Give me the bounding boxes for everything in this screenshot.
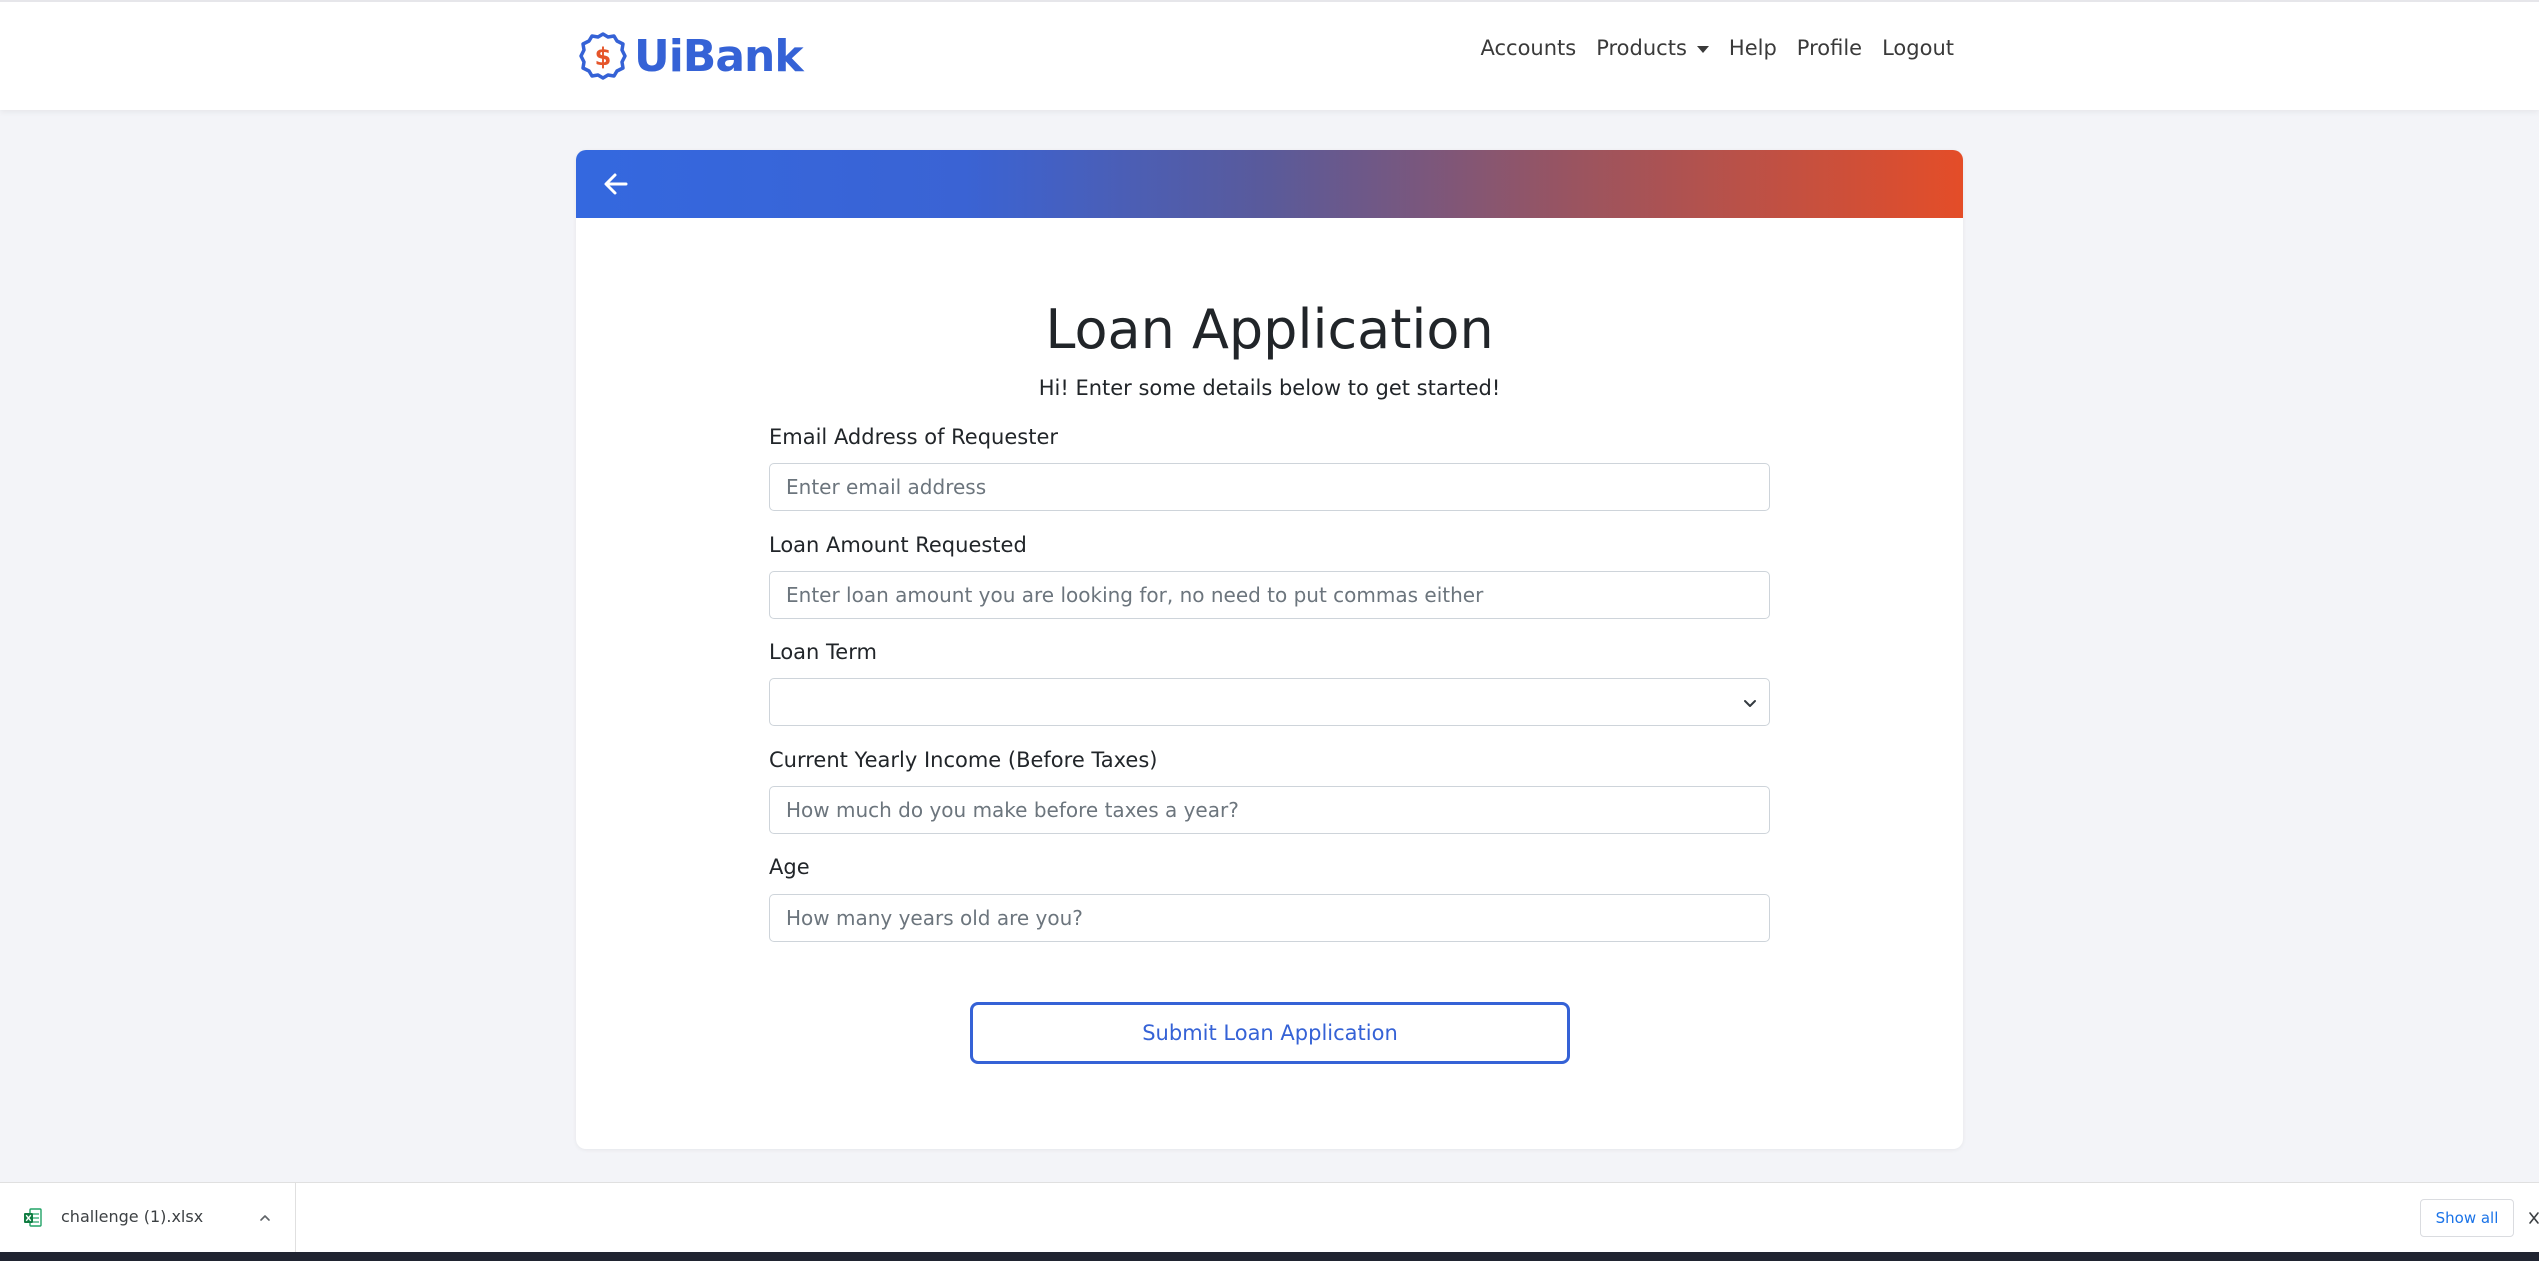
loan-amount-field[interactable]	[769, 571, 1770, 619]
nav-profile[interactable]: Profile	[1797, 36, 1862, 60]
card-header-gradient	[576, 150, 1963, 218]
loan-amount-label: Loan Amount Requested	[769, 533, 1027, 557]
nav-links: Accounts Products Help Profile Logout	[1480, 36, 1954, 60]
chevron-down-icon	[1744, 700, 1756, 707]
yearly-income-label: Current Yearly Income (Before Taxes)	[769, 748, 1158, 772]
submit-loan-button[interactable]: Submit Loan Application	[970, 1002, 1570, 1064]
page-title: Loan Application	[1045, 298, 1494, 361]
loan-application-card: Loan Application Hi! Enter some details …	[576, 150, 1963, 1149]
arrow-left-icon[interactable]	[602, 170, 630, 198]
yearly-income-field[interactable]	[769, 786, 1770, 834]
caret-down-icon	[1696, 45, 1709, 53]
nav-products-dropdown[interactable]: Products	[1596, 36, 1709, 60]
nav-accounts[interactable]: Accounts	[1480, 36, 1576, 60]
download-file-name: challenge (1).xlsx	[61, 1207, 204, 1226]
brand-name: UiBank	[634, 30, 804, 82]
top-navbar: $ UiBank Accounts Products Help Profile …	[0, 0, 2539, 110]
nav-help[interactable]: Help	[1729, 36, 1777, 60]
dollar-badge-icon: $	[579, 32, 627, 80]
email-field[interactable]	[769, 463, 1770, 511]
download-item[interactable]: challenge (1).xlsx	[0, 1183, 296, 1253]
excel-file-icon	[24, 1208, 42, 1227]
email-label: Email Address of Requester	[769, 425, 1059, 449]
nav-logout[interactable]: Logout	[1882, 36, 1954, 60]
close-icon[interactable]	[2528, 1211, 2539, 1225]
loan-term-select[interactable]	[769, 678, 1770, 726]
age-field[interactable]	[769, 894, 1770, 942]
svg-text:$: $	[595, 43, 612, 71]
show-all-downloads-button[interactable]: Show all	[2420, 1199, 2514, 1237]
age-label: Age	[769, 855, 810, 879]
nav-products-label: Products	[1596, 36, 1687, 60]
loan-term-label: Loan Term	[769, 640, 877, 664]
brand-logo[interactable]: $ UiBank	[578, 26, 804, 86]
taskbar-strip	[0, 1252, 2539, 1261]
download-bar: challenge (1).xlsx Show all	[0, 1182, 2539, 1253]
page-subtitle: Hi! Enter some details below to get star…	[1038, 376, 1501, 400]
chevron-up-icon[interactable]	[258, 1211, 272, 1225]
